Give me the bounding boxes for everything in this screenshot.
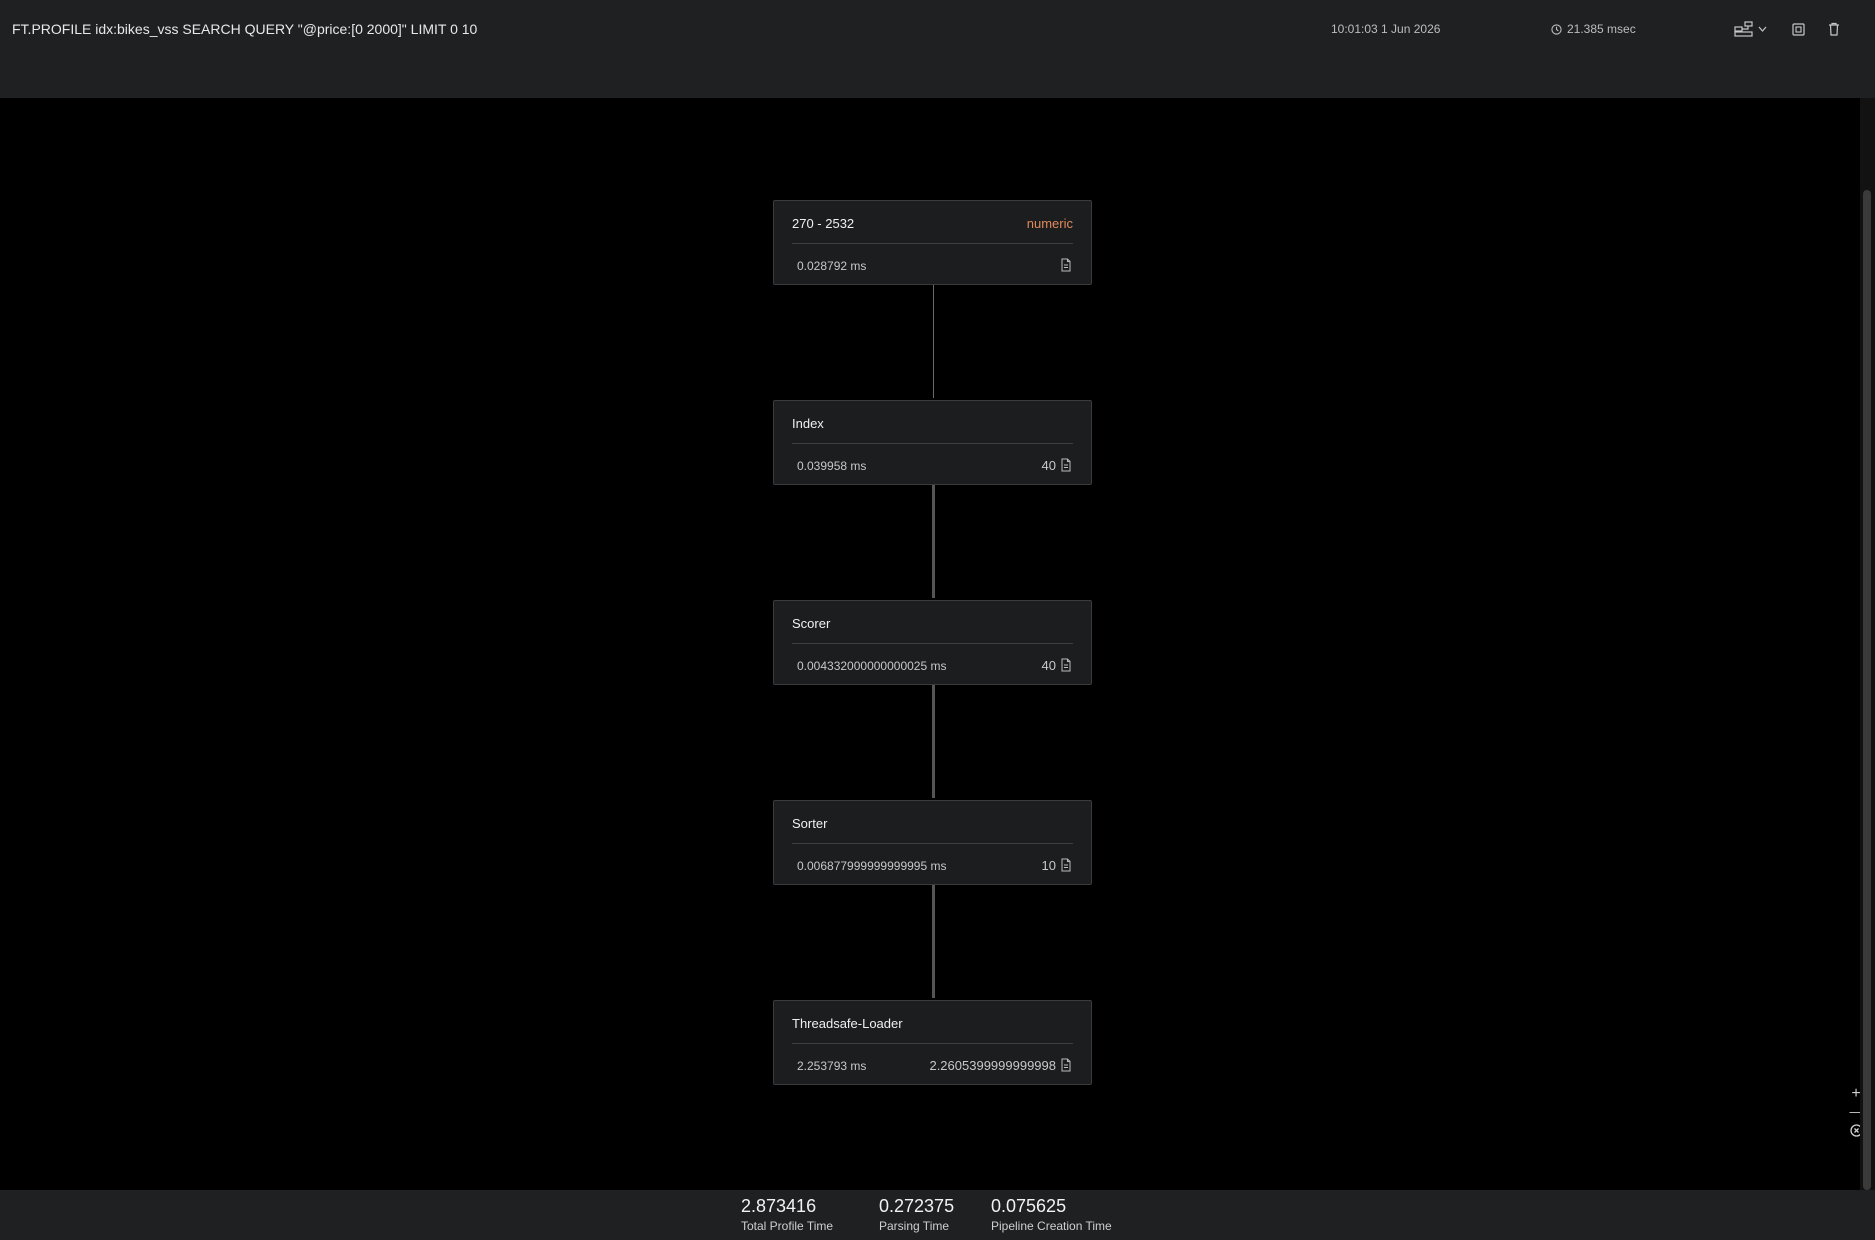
copy-icon <box>1791 22 1805 36</box>
clock-icon <box>1551 23 1562 35</box>
node-type-tag: numeric <box>1026 216 1073 231</box>
duration-value: 21.385 msec <box>1567 22 1636 36</box>
profile-tree-canvas[interactable]: 270 - 2532 numeric 0.028792 ms Index 0.0… <box>0 98 1863 1190</box>
tree-node-index[interactable]: Index 0.039958 ms 40 <box>773 400 1092 485</box>
tree-view-icon <box>1733 21 1753 37</box>
node-time: 0.028792 ms <box>797 259 867 273</box>
stat-value: 0.075625 <box>991 1196 1067 1216</box>
stat-value: 2.873416 <box>741 1196 817 1216</box>
document-icon <box>1061 258 1071 272</box>
stat-label: Parsing Time <box>879 1219 950 1233</box>
stat-total-profile-time: 2.873416 Total Profile Time <box>741 1196 833 1233</box>
node-count: 40 <box>1041 458 1056 473</box>
stat-value: 0.272375 <box>879 1196 955 1216</box>
tree-node-sorter[interactable]: Sorter 0.006877999999999995 ms 10 <box>773 800 1092 885</box>
node-title: Sorter <box>792 816 828 831</box>
node-divider <box>792 843 1073 844</box>
tree-node-numeric[interactable]: 270 - 2532 numeric 0.028792 ms <box>773 200 1092 285</box>
scrollbar-thumb[interactable] <box>1863 190 1871 1190</box>
stat-parsing-time: 0.272375 Parsing Time <box>879 1196 954 1233</box>
document-icon <box>1061 1058 1071 1072</box>
node-divider <box>792 243 1073 244</box>
node-divider <box>792 443 1073 444</box>
document-icon <box>1061 458 1071 472</box>
profile-header: FT.PROFILE idx:bikes_vss SEARCH QUERY "@… <box>0 0 1875 98</box>
node-time: 0.004332000000000025 ms <box>797 659 947 673</box>
node-time: 0.039958 ms <box>797 459 867 473</box>
tree-connector <box>932 485 935 598</box>
document-icon <box>1061 858 1071 872</box>
query-timestamp: 10:01:03 1 Jun 2026 <box>1331 22 1441 36</box>
node-divider <box>792 643 1073 644</box>
copy-button[interactable] <box>1790 18 1806 40</box>
document-icon <box>1061 658 1071 672</box>
node-count: 40 <box>1041 658 1056 673</box>
stat-label: Total Profile Time <box>741 1219 834 1233</box>
node-title: Index <box>792 416 824 431</box>
node-title: Scorer <box>792 616 831 631</box>
vertical-scrollbar[interactable] <box>1860 98 1875 1190</box>
execution-duration: 21.385 msec <box>1551 22 1636 36</box>
view-mode-toggle[interactable] <box>1730 18 1770 40</box>
query-command: FT.PROFILE idx:bikes_vss SEARCH QUERY "@… <box>12 21 478 37</box>
tree-connector <box>932 685 935 798</box>
node-count: 2.2605399999999998 <box>929 1058 1056 1073</box>
stat-pipeline-creation-time: 0.075625 Pipeline Creation Time <box>991 1196 1112 1233</box>
stat-label: Pipeline Creation Time <box>991 1219 1112 1233</box>
node-divider <box>792 1043 1073 1044</box>
node-count: 10 <box>1041 858 1056 873</box>
node-title: Threadsafe-Loader <box>792 1016 903 1031</box>
profile-summary-bar: 2.873416 Total Profile Time 0.272375 Par… <box>0 1190 1875 1240</box>
trash-icon <box>1829 22 1839 36</box>
node-title: 270 - 2532 <box>792 216 855 231</box>
tree-node-loader[interactable]: Threadsafe-Loader 2.253793 ms 2.26053999… <box>773 1000 1092 1085</box>
tree-connector <box>933 285 934 398</box>
tree-node-scorer[interactable]: Scorer 0.004332000000000025 ms 40 <box>773 600 1092 685</box>
chevron-down-icon <box>1758 26 1766 32</box>
node-time: 2.253793 ms <box>797 1059 867 1073</box>
delete-button[interactable] <box>1826 18 1842 40</box>
node-time: 0.006877999999999995 ms <box>797 859 947 873</box>
tree-connector <box>932 885 935 998</box>
